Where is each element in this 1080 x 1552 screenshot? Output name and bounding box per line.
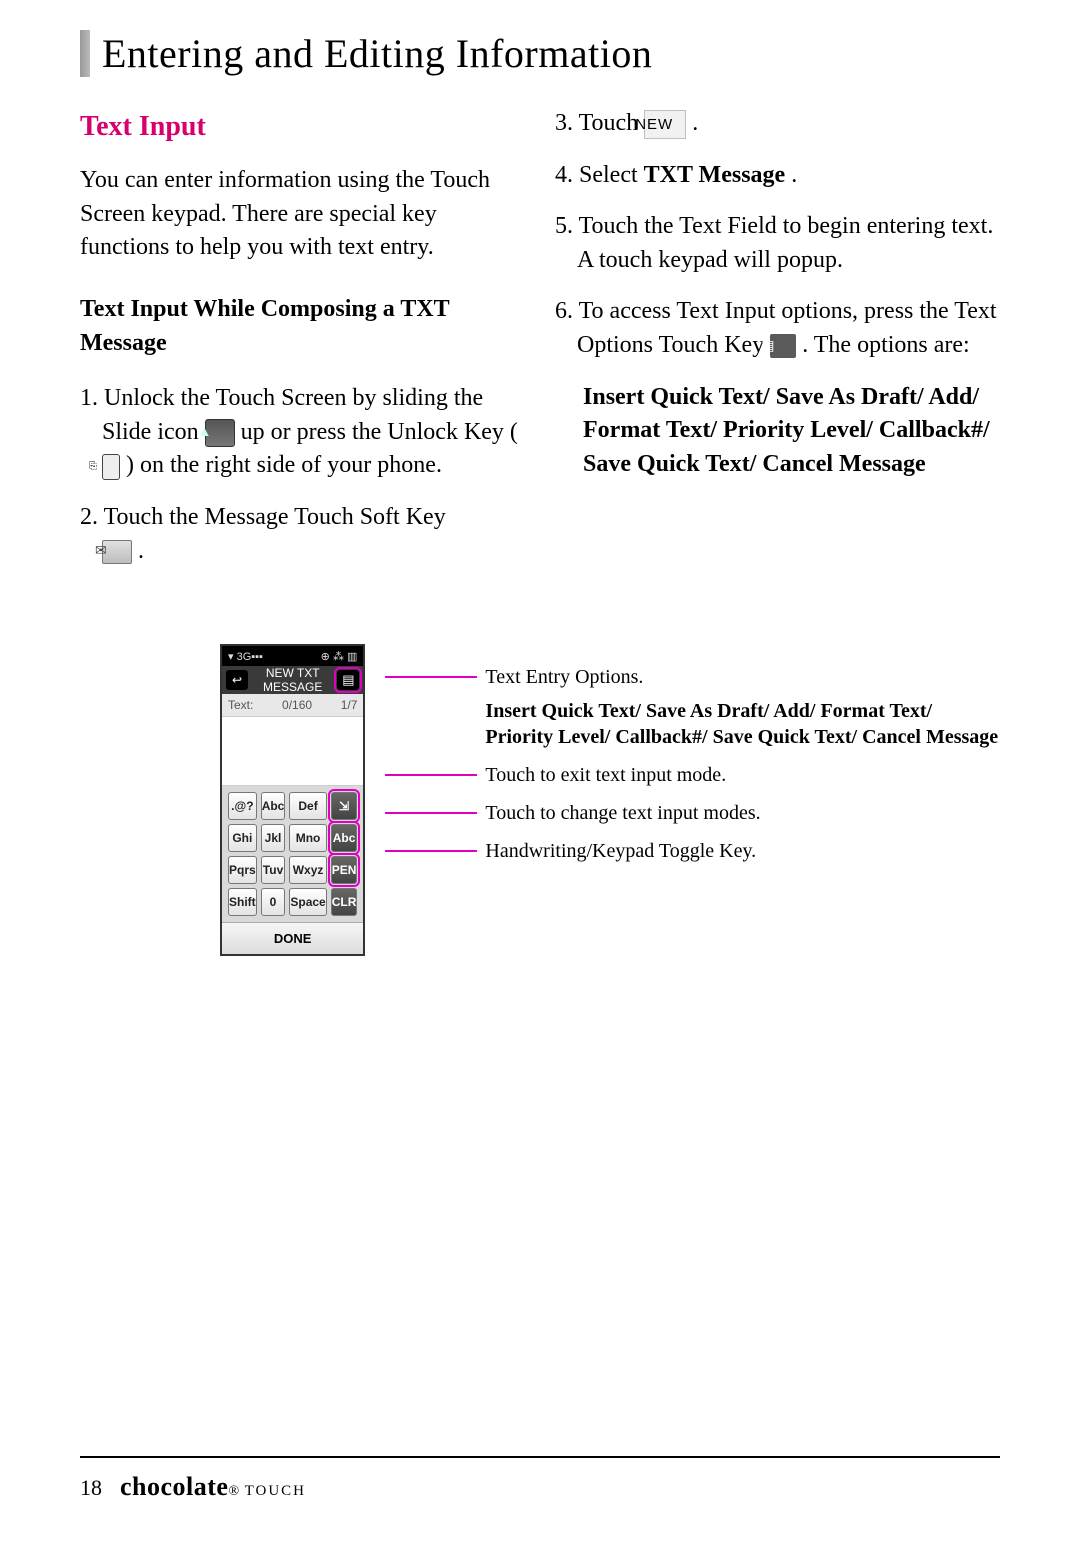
- step-4: 4. Select TXT Message .: [555, 159, 1000, 193]
- key-mode: Abc: [331, 824, 358, 852]
- message-icon: ✉: [102, 540, 132, 564]
- brand-suffix: TOUCH: [245, 1483, 306, 1499]
- done-button: DONE: [222, 922, 363, 954]
- key-wxyz: Wxyz: [289, 856, 326, 884]
- status-right: ⊕ ⁂ ▥: [321, 650, 358, 663]
- slide-up-icon: ▲: [205, 419, 235, 447]
- options-icon: ▤: [337, 670, 359, 690]
- options-list: Insert Quick Text/ Save As Draft/ Add/ F…: [555, 381, 1000, 482]
- step-3: 3. Touch NEW .: [555, 107, 1000, 141]
- step-2: 2. Touch the Message Touch Soft Key ✉ .: [80, 501, 525, 568]
- text-options-icon: ▤: [770, 334, 796, 358]
- key-def: Def: [289, 792, 326, 820]
- phone-diagram-area: ▾ 3G▪▪▪ ⊕ ⁂ ▥ ↩ NEW TXT MESSAGE ▤ Text: …: [80, 644, 1000, 956]
- status-left: ▾ 3G▪▪▪: [228, 650, 263, 663]
- phone-screenshot: ▾ 3G▪▪▪ ⊕ ⁂ ▥ ↩ NEW TXT MESSAGE ▤ Text: …: [220, 644, 365, 956]
- unlock-key-icon: ⎘: [102, 454, 120, 480]
- info-left: Text:: [228, 698, 253, 712]
- step-4-bold: TXT Message: [644, 162, 786, 188]
- phone-status-bar: ▾ 3G▪▪▪ ⊕ ⁂ ▥: [222, 646, 363, 666]
- phone-info-row: Text: 0/160 1/7: [222, 694, 363, 716]
- step-4-text-a: 4. Select: [555, 162, 644, 188]
- sub-heading: Text Input While Composing a TXT Message: [80, 293, 525, 360]
- key-jkl: Jkl: [261, 824, 286, 852]
- new-button: NEW: [644, 110, 686, 139]
- phone-title-bar: ↩ NEW TXT MESSAGE ▤: [222, 666, 363, 694]
- callout-3: Touch to exit text input mode.: [385, 762, 1000, 788]
- callout-2-text: Insert Quick Text/ Save As Draft/ Add/ F…: [485, 700, 998, 748]
- phone-textarea: [222, 716, 363, 786]
- step-3-text-b: .: [692, 110, 698, 136]
- key-pen: PEN: [331, 856, 358, 884]
- key-pqrs: Pqrs: [228, 856, 257, 884]
- info-right: 1/7: [341, 698, 358, 712]
- phone-title-text: NEW TXT MESSAGE: [254, 666, 331, 694]
- key-zero: 0: [261, 888, 286, 916]
- key-tuv: Tuv: [261, 856, 286, 884]
- step-1-text-c: ) on the right side of your phone.: [126, 452, 442, 478]
- page-number: 18: [80, 1475, 102, 1501]
- key-space: Space: [289, 888, 326, 916]
- back-icon: ↩: [226, 670, 248, 690]
- footer-rule: [80, 1456, 1000, 1458]
- step-6-text-b: . The options are:: [802, 332, 970, 358]
- step-4-text-b: .: [791, 162, 797, 188]
- intro-text: You can enter information using the Touc…: [80, 164, 525, 265]
- title-bar: [80, 30, 90, 77]
- step-2-text-b: .: [138, 538, 144, 564]
- phone-keypad: .@? Abc Def ⇲ Ghi Jkl Mno Abc Pqrs Tuv W…: [222, 786, 363, 922]
- step-2-text-a: 2. Touch the Message Touch Soft Key: [80, 504, 446, 530]
- step-1-text-b: up or press the Unlock Key (: [241, 419, 518, 445]
- right-column: 3. Touch NEW . 4. Select TXT Message . 5…: [555, 107, 1000, 586]
- key-ghi: Ghi: [228, 824, 257, 852]
- key-shift: Shift: [228, 888, 257, 916]
- callout-1: Text Entry Options.: [385, 664, 1000, 690]
- step-3-text-a: 3. Touch: [555, 110, 644, 136]
- page-title: Entering and Editing Information: [102, 30, 652, 77]
- key-clr: CLR: [331, 888, 358, 916]
- left-column: Text Input You can enter information usi…: [80, 107, 525, 586]
- callout-5: Handwriting/Keypad Toggle Key.: [385, 838, 1000, 864]
- info-mid: 0/160: [282, 698, 312, 712]
- brand-name: chocolate: [120, 1472, 228, 1501]
- section-heading: Text Input: [80, 107, 525, 146]
- step-1: 1. Unlock the Touch Screen by sliding th…: [80, 382, 525, 483]
- title-block: Entering and Editing Information: [80, 30, 1000, 77]
- step-5: 5. Touch the Text Field to begin enterin…: [555, 210, 1000, 277]
- callout-2: Insert Quick Text/ Save As Draft/ Add/ F…: [385, 698, 1000, 750]
- callout-4: Touch to change text input modes.: [385, 800, 1000, 826]
- footer: 18 chocolate® TOUCH: [80, 1472, 306, 1502]
- key-mno: Mno: [289, 824, 326, 852]
- callouts: Text Entry Options. Insert Quick Text/ S…: [385, 644, 1000, 876]
- key-abc: Abc: [261, 792, 286, 820]
- key-exit: ⇲: [331, 792, 358, 820]
- step-6: 6. To access Text Input options, press t…: [555, 295, 1000, 362]
- key-sym: .@?: [228, 792, 257, 820]
